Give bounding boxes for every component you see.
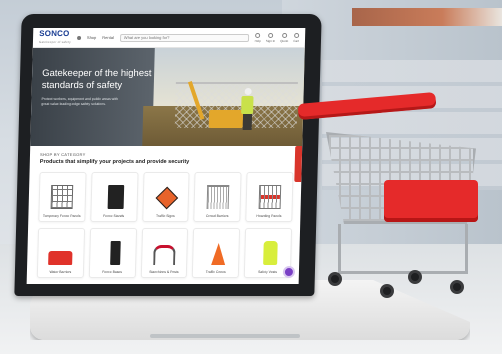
cart-button[interactable]: Cart [293,32,300,43]
logo-text: SONCO [39,28,70,38]
category-label: Water Barriers [49,270,72,274]
category-label: Traffic Cones [205,270,226,274]
hero-banner: Gatekeeper of the highest standards of s… [30,48,305,146]
worker-legs [242,114,252,130]
category-label: Stanchions & Posts [149,270,179,274]
category-label: Temporary Fence Panels [42,214,81,218]
fence-base-icon [110,241,121,265]
cart-handle [297,92,437,120]
worker-vest [241,96,254,114]
category-card-crowd-barriers[interactable]: Crowd Barriers [193,172,242,222]
worker-helmet [244,88,252,95]
cart-label: Cart [293,38,300,43]
category-section: SHOP BY CATEGORY Products that simplify … [27,146,302,278]
excavator-body-image [208,110,244,128]
traffic-cone-icon [210,243,226,265]
category-card-fence-panels[interactable]: Temporary Fence Panels [38,172,87,222]
nav-shop[interactable]: Shop [87,35,96,40]
menu-icon[interactable] [76,35,81,40]
cart-red-panel [384,180,478,222]
category-label: Fence Stands [103,214,125,218]
hero-text: Gatekeeper of the highest standards of s… [41,68,162,106]
category-card-water-barriers[interactable]: Water Barriers [36,228,85,278]
sign-in-button[interactable]: Sign In [265,32,276,43]
logo-tagline: Gatekeeper of safety [38,39,71,44]
site-header: SONCO Gatekeeper of safety Shop Rental H… [32,28,306,48]
category-card-traffic-cones[interactable]: Traffic Cones [192,228,241,278]
help-button[interactable]: Help [254,32,261,43]
water-barrier-icon [48,251,73,265]
category-eyebrow: SHOP BY CATEGORY [39,152,86,157]
laptop-screen: SONCO Gatekeeper of safety Shop Rental H… [26,28,306,284]
category-card-fence-bases[interactable]: Fence Bases [88,228,137,278]
hero-title: Gatekeeper of the highest standards of s… [41,68,152,91]
header-icon-group: Help Sign In Quote Cart [254,32,300,43]
cart-icon [293,32,299,38]
quote-label: Quote [280,38,289,43]
user-icon [268,32,274,38]
category-label: Traffic Signs [156,214,175,218]
nav-rental[interactable]: Rental [102,35,114,40]
shopping-cart-model [297,92,488,304]
worker-image [241,88,254,132]
cart-wheel [380,284,394,298]
laptop-hinge-edge [150,334,300,338]
cart-frame [338,224,468,274]
category-card-fence-stands[interactable]: Fence Stands [90,172,139,222]
help-label: Help [254,38,261,43]
stanchion-icon [153,245,176,265]
traffic-sign-icon [156,186,179,210]
category-label: Hoarding Panels [256,214,282,218]
site-logo[interactable]: SONCO Gatekeeper of safety [38,28,71,46]
category-label: Crowd Barriers [205,214,229,218]
hoarding-panel-icon [258,185,281,209]
cart-wheel [328,272,342,286]
category-card-traffic-signs[interactable]: Traffic Signs [141,172,190,222]
help-icon [255,32,261,38]
category-label: Fence Bases [102,270,123,274]
category-grid: Temporary Fence Panels Fence Stands Traf… [36,172,294,278]
cart-wheel [408,270,422,284]
crowd-barrier-icon [206,185,229,209]
category-card-stanchions[interactable]: Stanchions & Posts [140,228,189,278]
laptop-lid: SONCO Gatekeeper of safety Shop Rental H… [14,14,322,296]
search-input[interactable] [119,33,249,42]
category-card-hoarding-panels[interactable]: Hoarding Panels [245,172,294,222]
hero-description: Protect workers, equipment and public ar… [41,97,118,106]
safety-vest-icon [262,241,278,265]
fence-stand-icon [107,185,124,209]
fence-panel-icon [50,185,74,209]
category-heading: Products that simplify your projects and… [39,159,190,165]
quote-button[interactable]: Quote [280,32,289,43]
category-label: Safety Vests [258,270,278,274]
cart-wheel [450,280,464,294]
sign-in-label: Sign In [265,38,276,43]
quote-icon [281,32,287,38]
